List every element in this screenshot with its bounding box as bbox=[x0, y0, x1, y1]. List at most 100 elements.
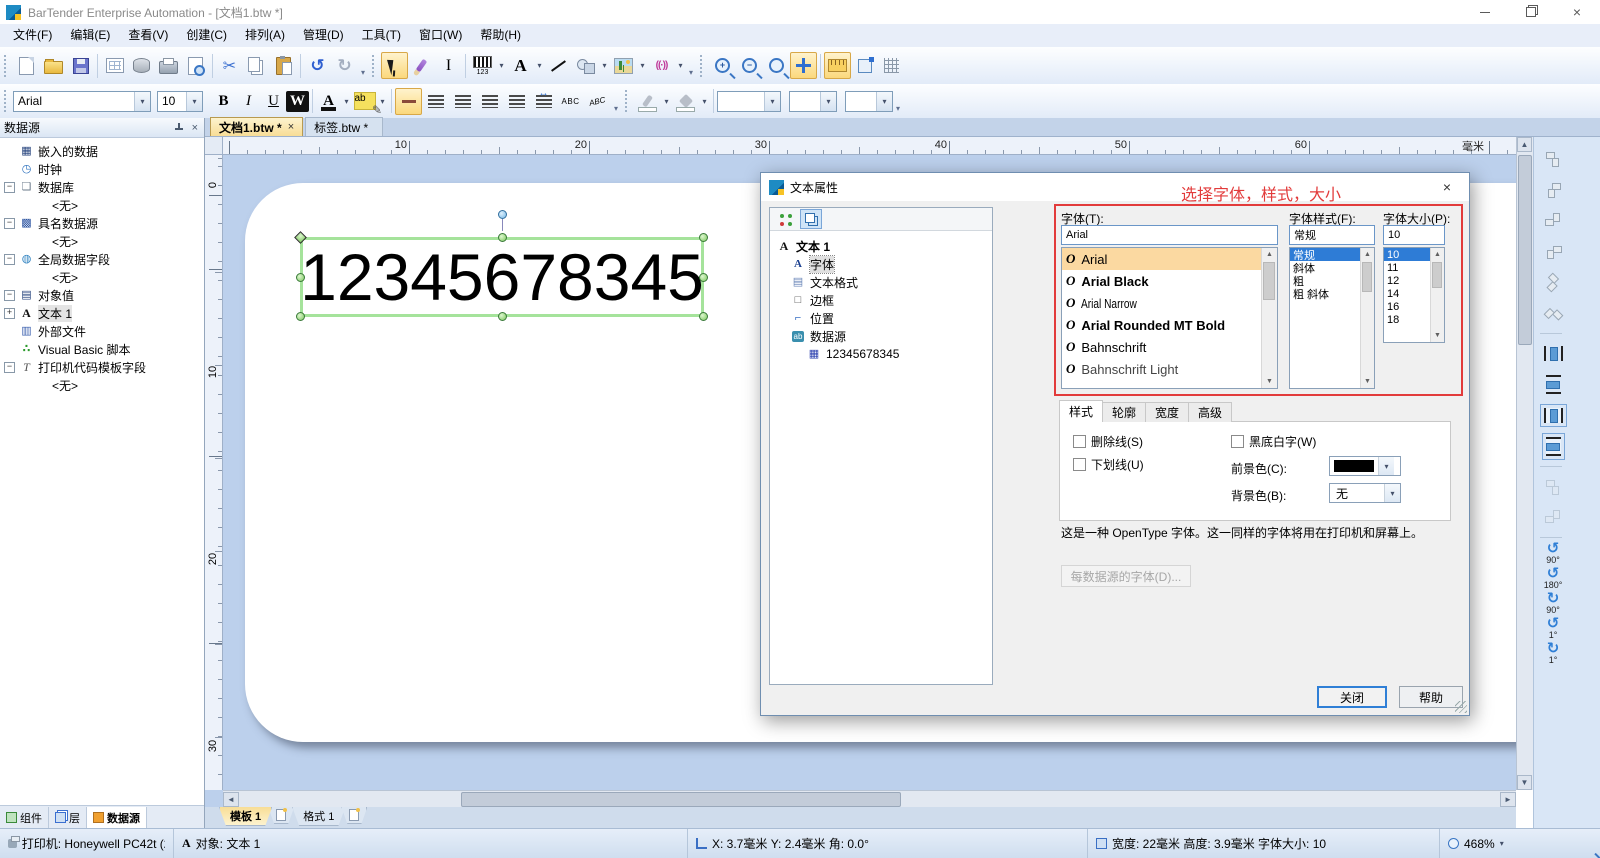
scroll-thumb[interactable] bbox=[1362, 262, 1372, 292]
fit-text-button[interactable] bbox=[530, 88, 557, 115]
align-center-button[interactable] bbox=[449, 88, 476, 115]
tree-item[interactable]: 外部文件 bbox=[0, 322, 204, 340]
center-in-template-v-button[interactable] bbox=[1540, 431, 1566, 462]
tree-item[interactable]: 文本 1 bbox=[0, 304, 204, 322]
checkbox-icon[interactable] bbox=[1073, 435, 1086, 448]
tree-expander[interactable] bbox=[4, 290, 15, 301]
toolbar-overflow-button[interactable]: ▾ bbox=[358, 52, 368, 79]
font-name-combo[interactable]: Arial bbox=[13, 91, 151, 112]
format-painter-button[interactable] bbox=[408, 52, 435, 79]
open-button[interactable] bbox=[40, 52, 67, 79]
strikeout-checkbox[interactable]: 删除线(S) bbox=[1073, 433, 1143, 450]
font-input[interactable]: Arial bbox=[1061, 225, 1278, 245]
line-thickness-combo[interactable] bbox=[717, 91, 781, 112]
resize-handle-bottom-right[interactable] bbox=[699, 312, 708, 321]
shape-dropdown[interactable] bbox=[599, 52, 610, 79]
rotation-handle[interactable] bbox=[498, 210, 507, 219]
tree-item[interactable]: 嵌入的数据 bbox=[0, 142, 204, 160]
font-option[interactable]: O Bahnschrift bbox=[1062, 336, 1262, 358]
restore-button[interactable] bbox=[1508, 0, 1554, 24]
tree-item[interactable]: 全局数据字段 bbox=[0, 250, 204, 268]
barcode-dropdown[interactable] bbox=[496, 52, 507, 79]
rotate-button[interactable]: ↺ 180° bbox=[1540, 567, 1566, 590]
fill-color-button[interactable] bbox=[672, 88, 699, 115]
selected-text-object[interactable]: 12345678345 bbox=[300, 237, 704, 317]
resize-handle-right[interactable] bbox=[699, 273, 708, 282]
tree-item[interactable]: 数据库 bbox=[0, 178, 204, 196]
resize-handle-bottom[interactable] bbox=[498, 312, 507, 321]
align-top-edges-button[interactable] bbox=[1540, 205, 1566, 236]
menu-item[interactable]: 工具(T) bbox=[353, 24, 410, 47]
panel-tab[interactable]: 层 bbox=[49, 807, 87, 828]
scroll-up-icon[interactable]: ▲ bbox=[1361, 248, 1374, 261]
panel-tab[interactable]: 组件 bbox=[0, 807, 49, 828]
chevron-down-icon[interactable] bbox=[1378, 457, 1394, 475]
status-zoom[interactable]: 468% ▾ bbox=[1440, 829, 1600, 858]
chevron-down-icon[interactable] bbox=[876, 92, 892, 111]
toolbar-overflow-button[interactable]: ▾ bbox=[611, 88, 621, 115]
scroll-up-icon[interactable]: ▲ bbox=[1262, 248, 1277, 261]
tree-item[interactable]: 具名数据源 bbox=[0, 214, 204, 232]
insert-picture-button[interactable] bbox=[610, 52, 637, 79]
toolbar-overflow-button[interactable]: ▾ bbox=[893, 88, 903, 115]
chevron-down-icon[interactable] bbox=[820, 92, 836, 111]
new-document-button[interactable] bbox=[13, 52, 40, 79]
paste-button[interactable] bbox=[270, 52, 297, 79]
highlight-button[interactable]: ab bbox=[352, 89, 377, 114]
format-tab[interactable]: 格式 1 bbox=[292, 807, 345, 826]
center-vertically-button[interactable] bbox=[1540, 369, 1566, 400]
toolbar-grip[interactable] bbox=[372, 55, 379, 77]
font-option[interactable]: O Arial Black bbox=[1062, 270, 1262, 292]
scroll-up-icon[interactable]: ▲ bbox=[1431, 248, 1444, 261]
menu-item[interactable]: 创建(C) bbox=[177, 24, 236, 47]
resize-handle-top[interactable] bbox=[498, 233, 507, 242]
tree-item-datasource-value[interactable]: 12345678345 bbox=[774, 345, 988, 363]
font-size-option[interactable]: 12 bbox=[1384, 274, 1431, 287]
print-preview-button[interactable] bbox=[182, 52, 209, 79]
align-vertical-centers-button[interactable] bbox=[1540, 298, 1566, 329]
link-substrings-button[interactable] bbox=[774, 209, 796, 229]
resize-handle-left[interactable] bbox=[296, 273, 305, 282]
caps-button[interactable]: ABC bbox=[557, 88, 584, 115]
template-tab[interactable]: 模板 1 bbox=[219, 807, 272, 826]
zoom-in-button[interactable]: + bbox=[709, 52, 736, 79]
align-left-edges-button[interactable] bbox=[1540, 143, 1566, 174]
chevron-down-icon[interactable] bbox=[1384, 484, 1400, 502]
line-color-dropdown[interactable] bbox=[661, 88, 672, 115]
scroll-thumb[interactable] bbox=[1263, 262, 1275, 300]
align-right-button[interactable] bbox=[476, 88, 503, 115]
pin-icon[interactable] bbox=[174, 123, 184, 133]
create-barcode-button[interactable]: 123 bbox=[469, 52, 496, 79]
underline-button[interactable]: U bbox=[261, 89, 286, 114]
font-style-input[interactable]: 常规 bbox=[1289, 225, 1375, 245]
add-template-tab[interactable] bbox=[268, 807, 294, 824]
resize-handle-bottom-left[interactable] bbox=[296, 312, 305, 321]
foreground-color-dropdown[interactable] bbox=[1329, 456, 1401, 476]
style-list-scrollbar[interactable]: ▲ ▼ bbox=[1360, 248, 1374, 388]
chevron-down-icon[interactable] bbox=[186, 92, 202, 111]
rotate-button[interactable]: ↺ 1° bbox=[1540, 617, 1566, 640]
font-option[interactable]: O Bahnschrift Light bbox=[1062, 358, 1262, 380]
chevron-down-icon[interactable] bbox=[134, 92, 150, 111]
font-option[interactable]: O Arial bbox=[1062, 248, 1262, 270]
dialog-tab[interactable]: 高级 bbox=[1188, 402, 1232, 422]
font-list[interactable]: O Arial O Arial Black O Arial Narrow bbox=[1061, 247, 1278, 389]
encoder-button[interactable]: ((·)) bbox=[648, 52, 675, 79]
scroll-thumb[interactable] bbox=[1432, 262, 1442, 288]
font-style-option[interactable]: 粗 斜体 bbox=[1290, 287, 1361, 300]
vertical-scrollbar[interactable]: ▲ ▼ bbox=[1516, 137, 1533, 790]
undo-button[interactable]: ↺ bbox=[304, 52, 331, 79]
scroll-down-button[interactable]: ▼ bbox=[1517, 775, 1532, 790]
document-tab[interactable]: 标签.btw * bbox=[305, 117, 383, 136]
database-setup-button[interactable] bbox=[128, 52, 155, 79]
font-size-combo[interactable]: 10 bbox=[157, 91, 203, 112]
font-size-option[interactable]: 18 bbox=[1384, 313, 1431, 326]
tree-item[interactable]: 位置 bbox=[774, 309, 988, 327]
line-color-button[interactable] bbox=[634, 88, 661, 115]
tree-expander[interactable] bbox=[4, 182, 15, 193]
scroll-left-button[interactable]: ◄ bbox=[223, 792, 239, 807]
tree-item[interactable]: 打印机代码模板字段 bbox=[0, 358, 204, 376]
fit-to-window-button[interactable] bbox=[790, 52, 817, 79]
text-dropdown[interactable] bbox=[534, 52, 545, 79]
scroll-down-icon[interactable]: ▼ bbox=[1431, 329, 1444, 342]
